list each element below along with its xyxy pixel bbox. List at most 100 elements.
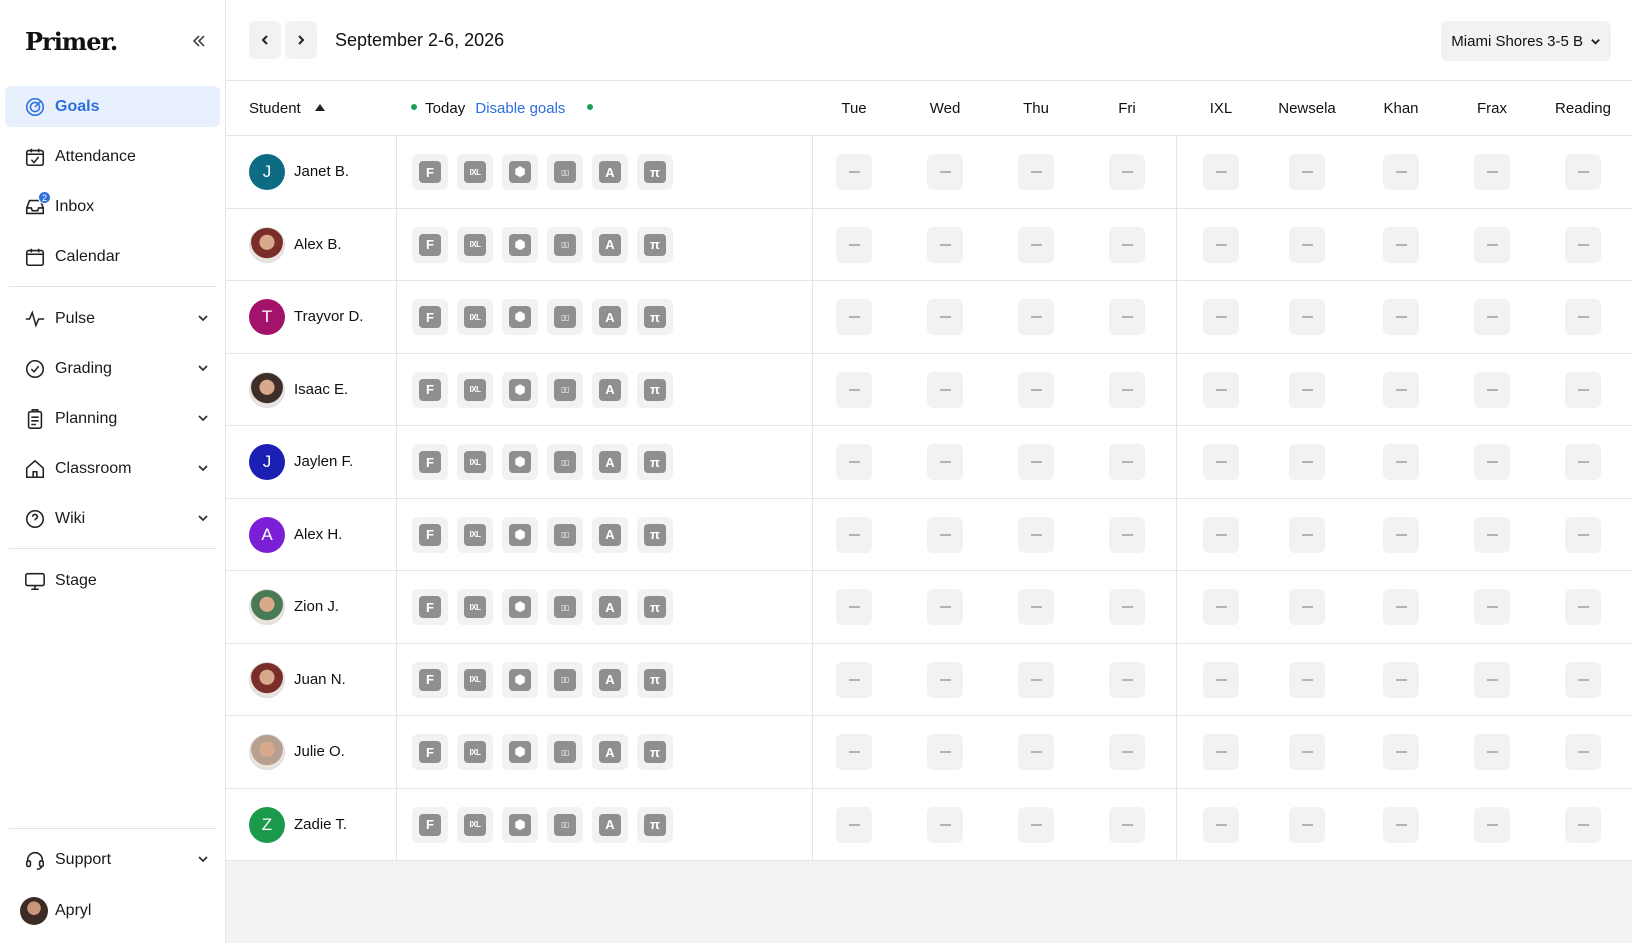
empty-cell-thu[interactable] <box>1018 154 1054 190</box>
reading-app-icon[interactable]: ▯▯ <box>547 806 583 843</box>
reading-app-icon[interactable]: ▯▯ <box>547 299 583 335</box>
ixl-app-icon[interactable]: IXL <box>457 734 493 770</box>
khan-app-icon[interactable]: ⬢ <box>502 661 538 698</box>
frax-app-icon[interactable]: F <box>412 734 448 770</box>
empty-cell-tue[interactable] <box>836 806 872 843</box>
empty-cell-ixl[interactable] <box>1203 589 1239 625</box>
empty-cell-thu[interactable] <box>1018 371 1054 408</box>
empty-cell-wed[interactable] <box>927 299 963 335</box>
empty-cell-reading[interactable] <box>1565 154 1601 190</box>
sidebar-item-goals[interactable]: Goals <box>5 86 220 127</box>
alpha-read-app-icon[interactable]: A <box>592 299 628 335</box>
math-app-icon[interactable]: π <box>637 444 673 480</box>
ixl-app-icon[interactable]: IXL <box>457 154 493 190</box>
frax-app-icon[interactable]: F <box>412 154 448 190</box>
class-select[interactable]: Miami Shores 3-5 B <box>1441 21 1611 61</box>
next-week-button[interactable] <box>285 21 317 59</box>
empty-cell-wed[interactable] <box>927 154 963 190</box>
student-name[interactable]: Trayvor D. <box>294 308 363 325</box>
empty-cell-tue[interactable] <box>836 734 872 770</box>
empty-cell-khan[interactable] <box>1383 299 1419 335</box>
empty-cell-newsela[interactable] <box>1289 589 1325 625</box>
reading-app-icon[interactable]: ▯▯ <box>547 371 583 408</box>
empty-cell-tue[interactable] <box>836 661 872 698</box>
empty-cell-thu[interactable] <box>1018 516 1054 553</box>
empty-cell-fri[interactable] <box>1109 299 1145 335</box>
empty-cell-newsela[interactable] <box>1289 371 1325 408</box>
ixl-app-icon[interactable]: IXL <box>457 661 493 698</box>
math-app-icon[interactable]: π <box>637 154 673 190</box>
empty-cell-thu[interactable] <box>1018 806 1054 843</box>
app-logo[interactable]: Primer. <box>25 27 118 56</box>
empty-cell-frax[interactable] <box>1474 444 1510 480</box>
empty-cell-thu[interactable] <box>1018 226 1054 263</box>
empty-cell-khan[interactable] <box>1383 516 1419 553</box>
empty-cell-fri[interactable] <box>1109 226 1145 263</box>
empty-cell-fri[interactable] <box>1109 806 1145 843</box>
sidebar-item-classroom[interactable]: Classroom <box>5 448 220 489</box>
frax-app-icon[interactable]: F <box>412 299 448 335</box>
frax-app-icon[interactable]: F <box>412 371 448 408</box>
reading-app-icon[interactable]: ▯▯ <box>547 226 583 263</box>
student-name[interactable]: Jaylen F. <box>294 453 353 470</box>
alpha-read-app-icon[interactable]: A <box>592 154 628 190</box>
empty-cell-wed[interactable] <box>927 734 963 770</box>
alpha-read-app-icon[interactable]: A <box>592 806 628 843</box>
collapse-sidebar-button[interactable] <box>185 27 213 55</box>
ixl-app-icon[interactable]: IXL <box>457 226 493 263</box>
sidebar-item-stage[interactable]: Stage <box>5 560 220 601</box>
empty-cell-wed[interactable] <box>927 516 963 553</box>
math-app-icon[interactable]: π <box>637 226 673 263</box>
empty-cell-khan[interactable] <box>1383 371 1419 408</box>
empty-cell-khan[interactable] <box>1383 444 1419 480</box>
khan-app-icon[interactable]: ⬢ <box>502 516 538 553</box>
previous-week-button[interactable] <box>249 21 281 59</box>
empty-cell-thu[interactable] <box>1018 734 1054 770</box>
math-app-icon[interactable]: π <box>637 661 673 698</box>
khan-app-icon[interactable]: ⬢ <box>502 444 538 480</box>
reading-app-icon[interactable]: ▯▯ <box>547 589 583 625</box>
alpha-read-app-icon[interactable]: A <box>592 734 628 770</box>
empty-cell-reading[interactable] <box>1565 806 1601 843</box>
empty-cell-frax[interactable] <box>1474 371 1510 408</box>
sidebar-item-pulse[interactable]: Pulse <box>5 298 220 339</box>
frax-app-icon[interactable]: F <box>412 589 448 625</box>
ixl-app-icon[interactable]: IXL <box>457 299 493 335</box>
khan-app-icon[interactable]: ⬢ <box>502 589 538 625</box>
empty-cell-frax[interactable] <box>1474 226 1510 263</box>
empty-cell-reading[interactable] <box>1565 371 1601 408</box>
empty-cell-thu[interactable] <box>1018 299 1054 335</box>
sidebar-item-calendar[interactable]: Calendar <box>5 236 220 277</box>
frax-app-icon[interactable]: F <box>412 444 448 480</box>
empty-cell-khan[interactable] <box>1383 806 1419 843</box>
empty-cell-frax[interactable] <box>1474 516 1510 553</box>
khan-app-icon[interactable]: ⬢ <box>502 226 538 263</box>
alpha-read-app-icon[interactable]: A <box>592 371 628 408</box>
empty-cell-frax[interactable] <box>1474 806 1510 843</box>
empty-cell-tue[interactable] <box>836 154 872 190</box>
reading-app-icon[interactable]: ▯▯ <box>547 154 583 190</box>
empty-cell-khan[interactable] <box>1383 734 1419 770</box>
alpha-read-app-icon[interactable]: A <box>592 226 628 263</box>
sidebar-item-planning[interactable]: Planning <box>5 398 220 439</box>
student-name[interactable]: Alex B. <box>294 236 342 253</box>
empty-cell-newsela[interactable] <box>1289 226 1325 263</box>
empty-cell-ixl[interactable] <box>1203 154 1239 190</box>
empty-cell-ixl[interactable] <box>1203 516 1239 553</box>
empty-cell-ixl[interactable] <box>1203 661 1239 698</box>
empty-cell-khan[interactable] <box>1383 661 1419 698</box>
sidebar-item-support[interactable]: Support <box>5 839 220 880</box>
empty-cell-frax[interactable] <box>1474 154 1510 190</box>
empty-cell-ixl[interactable] <box>1203 371 1239 408</box>
empty-cell-thu[interactable] <box>1018 444 1054 480</box>
empty-cell-newsela[interactable] <box>1289 154 1325 190</box>
frax-app-icon[interactable]: F <box>412 516 448 553</box>
empty-cell-frax[interactable] <box>1474 299 1510 335</box>
ixl-app-icon[interactable]: IXL <box>457 589 493 625</box>
ixl-app-icon[interactable]: IXL <box>457 806 493 843</box>
empty-cell-reading[interactable] <box>1565 444 1601 480</box>
math-app-icon[interactable]: π <box>637 734 673 770</box>
empty-cell-khan[interactable] <box>1383 589 1419 625</box>
khan-app-icon[interactable]: ⬢ <box>502 734 538 770</box>
math-app-icon[interactable]: π <box>637 516 673 553</box>
